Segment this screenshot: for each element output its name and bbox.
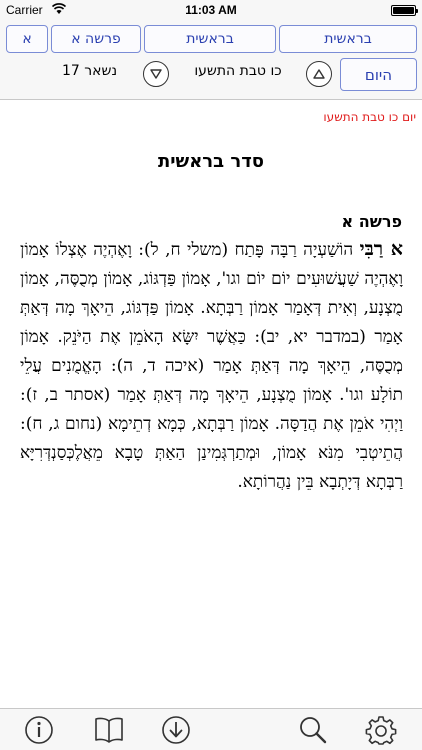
midrash-text: א רַבִּי הוֹשַׁעְיָה רַבָּה פָּתַח (משלי… <box>20 235 403 497</box>
opening-words: א רַבִּי <box>359 238 404 260</box>
open-book-icon <box>95 717 123 743</box>
download-button[interactable] <box>159 715 193 745</box>
remaining-label: נשאר 17 <box>62 63 118 79</box>
book-button[interactable]: בראשית <box>144 25 276 53</box>
settings-button[interactable] <box>364 715 398 745</box>
seder-title: סדר בראשית <box>157 151 265 172</box>
midrash-body: הוֹשַׁעְיָה רַבָּה פָּתַח (משלי ח, ל): ו… <box>20 240 403 492</box>
triangle-up-icon <box>313 69 325 79</box>
bottom-toolbar <box>0 708 422 750</box>
battery-icon <box>391 5 418 16</box>
book-button-toolbar[interactable] <box>92 715 126 745</box>
current-date-label: כו טבת התשעו <box>194 63 282 79</box>
magnifier-icon <box>300 717 327 744</box>
day-navigation: נשאר 17 כו טבת התשעו היום <box>0 57 422 93</box>
search-button[interactable] <box>296 715 330 745</box>
previous-day-button[interactable] <box>143 61 169 87</box>
day-date-line: יום כו טבת התשעו <box>323 110 416 124</box>
reading-content[interactable]: יום כו טבת התשעו סדר בראשית פרשה א א רַב… <box>0 101 422 708</box>
today-button[interactable]: היום <box>340 58 417 91</box>
next-day-button[interactable] <box>306 61 332 87</box>
parasha-title: פרשה א <box>341 212 403 231</box>
gear-icon <box>365 716 397 745</box>
download-circle-icon <box>162 716 190 744</box>
triangle-down-icon <box>150 69 162 79</box>
info-circle-icon <box>25 716 53 744</box>
sefer-button[interactable]: בראשית <box>279 25 417 53</box>
header: א פרשה א בראשית בראשית נשאר 17 כו טבת הת… <box>0 20 422 100</box>
status-time: 11:03 AM <box>185 3 237 17</box>
parsha-button[interactable]: פרשה א <box>51 25 141 53</box>
info-button[interactable] <box>22 715 56 745</box>
status-bar: Carrier 11:03 AM <box>0 0 422 20</box>
letter-button[interactable]: א <box>6 25 48 53</box>
